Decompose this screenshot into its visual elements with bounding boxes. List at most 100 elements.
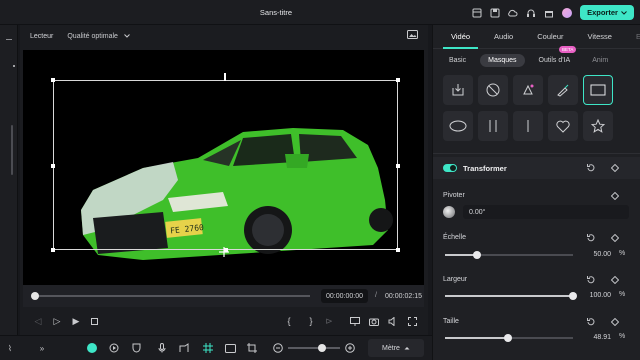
rotate-input[interactable]: 0.00° [463,205,629,219]
playhead-knob[interactable] [31,292,39,300]
timeline-progress[interactable] [31,292,310,300]
layout-icon[interactable] [470,6,483,19]
keyframe-icon[interactable] [611,276,619,284]
stop-icon[interactable] [88,315,100,327]
width-slider[interactable] [445,292,577,300]
timeline-toolbar: ⌇ » Mètre [0,335,432,360]
single-line-mask-icon[interactable] [513,111,543,141]
width-value[interactable]: 100.00 [573,288,615,302]
zoom-slider[interactable] [288,344,340,352]
picture-icon[interactable] [224,342,236,354]
star-mask-icon[interactable] [583,111,613,141]
keyframe-icon[interactable] [611,192,619,200]
player-panel: Lecteur Qualité optimale FE 2760 00:00:0… [20,25,428,335]
ellipse-mask-icon[interactable] [443,111,473,141]
tab-audio[interactable]: Audio [482,32,525,48]
zoom-out-icon[interactable] [272,342,284,354]
expand-icon[interactable]: » [36,342,48,354]
previous-frame-icon[interactable]: ◁ [32,315,44,327]
import-mask-icon[interactable] [443,75,473,105]
rotate-dial[interactable] [443,206,455,218]
chevron-down-icon [124,34,130,38]
dot-indicator [13,65,15,67]
cloud-icon[interactable] [506,6,519,19]
subtab-animation[interactable]: Anim [584,54,616,67]
pen-mask-icon[interactable] [513,75,543,105]
gift-icon[interactable] [542,6,555,19]
beta-badge: BETA [559,46,577,53]
size-value[interactable]: 48.91 [573,330,615,344]
subtab-ai-tools[interactable]: Outils d'IA [531,54,579,67]
export-button[interactable]: Exporter [580,5,634,20]
microphone-icon[interactable] [156,342,168,354]
double-line-mask-icon[interactable] [478,111,508,141]
speed-icon[interactable] [108,342,120,354]
audio-icon[interactable] [387,315,399,327]
camera-icon[interactable] [368,315,380,327]
mark-out-icon[interactable]: } [305,315,317,327]
save-icon[interactable] [488,6,501,19]
player-controls: ◁ ▷ ▶ { } ⊳ [23,309,424,333]
title-bar: Sans-titre Exporter [0,0,640,25]
tab-video[interactable]: Vidéo [439,32,482,49]
grid-icon[interactable] [202,342,214,354]
keyframe-icon[interactable] [611,234,619,242]
slider-knob[interactable] [503,334,512,342]
zoom-knob[interactable] [318,344,326,352]
marker-icon[interactable]: ⊳ [323,315,335,327]
heart-mask-icon[interactable] [548,111,578,141]
move-icon[interactable] [219,247,229,257]
scrollbar[interactable] [11,125,13,175]
reset-icon[interactable] [586,317,596,327]
resize-handle[interactable] [51,248,55,252]
section-title: Transformer [463,164,507,173]
reset-icon[interactable] [586,275,596,285]
mask-bounding-box[interactable] [51,73,400,257]
fullscreen-icon[interactable] [406,315,418,327]
properties-panel: Vidéo Audio Couleur Vitesse Ef Basic Mas… [432,25,640,360]
headset-icon[interactable] [524,6,537,19]
resize-handle[interactable] [396,78,400,82]
collapse-line[interactable] [6,39,12,40]
shield-icon[interactable] [130,342,142,354]
rotate-handle[interactable] [224,73,226,81]
scale-label: Échelle [443,234,466,241]
scale-value[interactable]: 50.00 [573,247,615,261]
quality-value: Qualité optimale [67,32,118,40]
step-back-icon[interactable]: ▷ [51,315,63,327]
size-slider[interactable] [445,334,573,342]
split-icon[interactable]: ⌇ [4,342,16,354]
resize-handle[interactable] [396,164,400,168]
resize-handle[interactable] [396,248,400,252]
crop-icon[interactable] [246,342,258,354]
reset-icon[interactable] [586,163,596,173]
no-mask-icon[interactable] [478,75,508,105]
transform-toggle[interactable] [443,164,457,172]
scale-slider[interactable] [445,251,573,259]
slider-knob[interactable] [473,251,481,259]
voiceover-icon[interactable] [178,342,190,354]
resize-handle[interactable] [51,164,55,168]
left-panel-edge [0,25,18,335]
zoom-in-icon[interactable] [344,342,356,354]
play-icon[interactable]: ▶ [70,315,82,327]
subtab-basic[interactable]: Basic [441,54,474,67]
resize-handle[interactable] [51,78,55,82]
current-time[interactable]: 00:00:00:00 [321,289,368,303]
rectangle-mask-icon[interactable] [583,75,613,105]
keyframe-icon[interactable] [611,318,619,326]
display-icon[interactable] [349,315,361,327]
reset-icon[interactable] [586,233,596,243]
mark-in-icon[interactable]: { [283,315,295,327]
ai-icon[interactable] [86,342,98,354]
avatar[interactable] [560,6,573,19]
video-preview[interactable]: FE 2760 [23,50,424,305]
brush-mask-icon[interactable] [548,75,578,105]
tab-effects[interactable]: Ef [624,32,640,48]
keyframe-icon[interactable] [611,164,619,172]
tab-speed[interactable]: Vitesse [576,32,624,48]
quality-select[interactable]: Qualité optimale [67,33,130,40]
unit-select[interactable]: Mètre [368,339,424,357]
snapshot-icon[interactable] [407,30,418,42]
subtab-masks[interactable]: Masques [480,53,525,67]
